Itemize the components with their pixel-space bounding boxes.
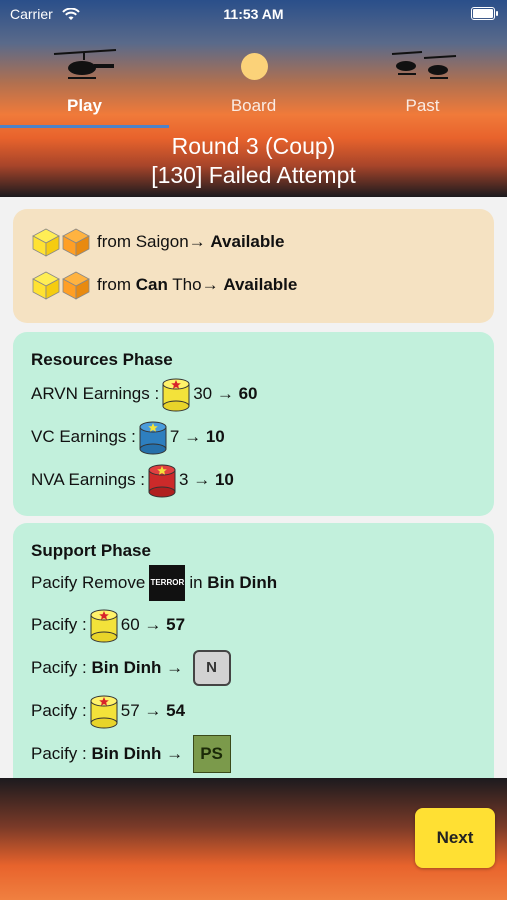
event-log[interactable]: from Saigon→ Available from Can Tho→ Ava… — [0, 197, 507, 778]
title-line-1: Round 3 (Coup) — [171, 133, 336, 159]
transfer-destination: Available — [210, 232, 285, 251]
pacify-label: Pacify : — [31, 658, 87, 677]
next-button[interactable]: Next — [415, 808, 495, 868]
arvn-earnings-from: 30 — [193, 384, 213, 403]
sun-icon — [241, 53, 268, 80]
arvn-cylinder-icon — [162, 378, 190, 412]
support-row: Pacify : 60 → 57 — [31, 607, 185, 643]
nva-cylinder-icon — [148, 464, 176, 498]
transfer-row: from Can Tho→ Available — [31, 270, 297, 300]
helicopters-icon — [391, 51, 457, 79]
tab-past[interactable]: Past — [338, 40, 507, 126]
province-name: Bin Dinh — [91, 744, 162, 763]
arvn-earnings-row: ARVN Earnings : 30 → 60 — [31, 376, 258, 412]
pacify-to: 54 — [166, 701, 186, 720]
transfer-source-suffix: Tho→ — [167, 275, 219, 294]
arvn-cylinder-icon — [90, 609, 118, 643]
vc-earnings-label: VC Earnings : — [31, 427, 136, 446]
province-name: Bin Dinh — [207, 573, 278, 592]
transfer-source-city: Can — [135, 275, 168, 294]
resources-card: Resources Phase ARVN Earnings : 30 → 60 … — [13, 332, 494, 516]
passive-support-marker-icon: PS — [192, 735, 231, 773]
neutral-marker-icon: N — [192, 650, 231, 686]
pacify-from: 57 — [120, 701, 140, 720]
yellow-cube-icon — [32, 271, 60, 300]
vc-earnings-row: VC Earnings : 7 → 10 — [31, 419, 225, 455]
nva-earnings-row: NVA Earnings : 3 → 10 — [31, 462, 234, 498]
arrow: → — [144, 701, 162, 720]
arrow: → — [144, 615, 162, 634]
pacify-label: Pacify : — [31, 744, 87, 763]
province-name: Bin Dinh — [91, 658, 162, 677]
title-line-2: [130] Failed Attempt — [151, 162, 356, 188]
header: Carrier 11:53 AM Play Board Past Round 3… — [0, 0, 507, 197]
orange-cube-icon — [62, 228, 90, 257]
clock: 11:53 AM — [223, 6, 284, 22]
tab-board[interactable]: Board — [169, 40, 338, 126]
arvn-earnings-to: 60 — [238, 384, 258, 403]
selected-tab-indicator — [0, 125, 169, 128]
pacify-label: Pacify : — [31, 615, 87, 634]
resources-title: Resources Phase — [31, 350, 173, 369]
arrow: → — [166, 658, 184, 677]
pacify-remove-label: Pacify Remove — [31, 573, 146, 592]
transfer-source-prefix: from — [97, 275, 136, 294]
transfer-row: from Saigon→ Available — [31, 227, 284, 257]
footer: Next — [0, 778, 507, 900]
arrow: → — [193, 470, 211, 489]
vc-earnings-to: 10 — [205, 427, 225, 446]
support-title: Support Phase — [31, 541, 151, 560]
support-row: Pacify : 57 → 54 — [31, 693, 185, 729]
status-bar: Carrier 11:53 AM — [0, 6, 507, 24]
arrow: → — [184, 427, 202, 446]
support-row: Pacify : Bin Dinh → PS — [31, 735, 231, 773]
tab-play[interactable]: Play — [0, 40, 169, 126]
nva-earnings-from: 3 — [179, 470, 189, 489]
support-row: Pacify : Bin Dinh → N — [31, 650, 231, 686]
transfer-destination: Available — [223, 275, 298, 294]
pacify-from: 60 — [120, 615, 140, 634]
transfer-card: from Saigon→ Available from Can Tho→ Ava… — [13, 209, 494, 323]
yellow-cube-icon — [32, 228, 60, 257]
support-row: Pacify Remove TERROR in Bin Dinh — [31, 565, 277, 601]
tab-board-label: Board — [230, 96, 277, 115]
pacify-label: Pacify : — [31, 701, 87, 720]
nva-earnings-to: 10 — [214, 470, 234, 489]
vc-cylinder-icon — [139, 421, 167, 455]
page-title: Round 3 (Coup) [130] Failed Attempt — [0, 132, 507, 190]
terror-marker-icon: TERROR — [149, 565, 186, 601]
arrow: → — [166, 744, 184, 763]
battery-icon — [471, 7, 498, 20]
transfer-source: from Saigon→ — [97, 232, 206, 251]
pacify-to: 57 — [166, 615, 186, 634]
arrow: → — [216, 384, 234, 403]
helicopter-icon — [53, 49, 117, 79]
tab-play-label: Play — [67, 96, 102, 115]
arvn-earnings-label: ARVN Earnings : — [31, 384, 160, 403]
vc-earnings-from: 7 — [169, 427, 180, 446]
in-label: in — [189, 573, 203, 592]
nva-earnings-label: NVA Earnings : — [31, 470, 146, 489]
orange-cube-icon — [62, 271, 90, 300]
tab-past-label: Past — [405, 96, 440, 115]
arvn-cylinder-icon — [90, 695, 118, 729]
support-card: Support Phase Pacify Remove TERROR in Bi… — [13, 523, 494, 778]
